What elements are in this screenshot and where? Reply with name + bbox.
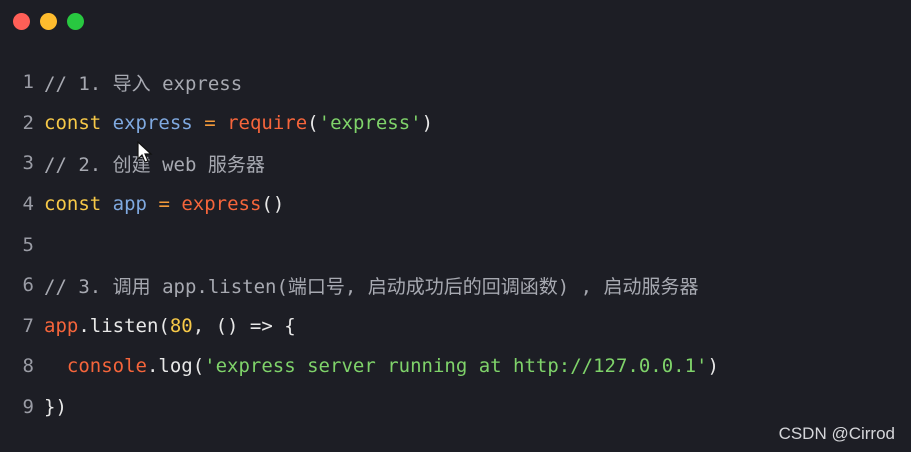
code-token: , () => {	[192, 314, 296, 337]
minimize-window-button[interactable]	[40, 13, 57, 30]
line-number: 1	[22, 71, 34, 94]
watermark-text: CSDN @Cirrod	[778, 424, 895, 443]
code-line[interactable]: 6 // 3. 调用 app.listen(端口号, 启动成功后的回调函数) , …	[0, 265, 911, 306]
line-number: 8	[22, 355, 34, 378]
code-token: .listen(	[78, 314, 170, 337]
code-line[interactable]: 9})	[0, 387, 911, 428]
close-window-button[interactable]	[13, 13, 30, 30]
code-token: const	[44, 193, 102, 216]
line-number: 9	[22, 396, 34, 419]
code-token: express	[181, 193, 262, 216]
code-token: 'express'	[318, 111, 422, 134]
code-token: // 3. 调用 app.listen(端口号, 启动成功后的回调函数) , 启…	[44, 275, 699, 298]
code-token: (	[307, 111, 319, 134]
code-editor-window: 1 // 1. 导入 express 2 const express = requir…	[0, 0, 911, 452]
line-number: 7	[22, 314, 34, 337]
code-line[interactable]: 2 const express = require('express')	[0, 103, 911, 144]
code-token: app	[44, 314, 79, 337]
code-token: require	[227, 111, 308, 134]
code-token: // 1. 导入 express	[44, 72, 243, 95]
code-line[interactable]: 1 // 1. 导入 express	[0, 62, 911, 103]
code-text: app.listen(80, () => {	[44, 315, 296, 337]
code-text: })	[44, 396, 67, 418]
code-token: =	[158, 193, 170, 216]
code-area[interactable]: 1 // 1. 导入 express 2 const express = requir…	[0, 62, 911, 427]
code-token: // 2. 创建 web 服务器	[44, 153, 265, 176]
code-text: // 1. 导入 express	[44, 69, 242, 96]
code-line[interactable]: 8 console.log('express server running at…	[0, 346, 911, 387]
line-number: 2	[22, 111, 34, 134]
mouse-pointer-icon	[137, 141, 153, 163]
code-token: )	[707, 355, 719, 378]
code-text: const app = express()	[44, 193, 284, 215]
code-token: 'express server running at http://127.0.…	[204, 355, 708, 378]
code-token: 80	[169, 314, 193, 337]
maximize-window-button[interactable]	[67, 13, 84, 30]
line-number: 3	[22, 152, 34, 175]
code-line[interactable]: 4 const app = express()	[0, 184, 911, 225]
code-token: console	[66, 355, 147, 378]
code-token: express	[112, 111, 193, 134]
code-token: ()	[261, 193, 285, 216]
code-token: =	[204, 111, 216, 134]
code-text: // 2. 创建 web 服务器	[44, 150, 265, 177]
code-text: // 3. 调用 app.listen(端口号, 启动成功后的回调函数) , 启…	[44, 272, 699, 299]
code-line[interactable]: 7 app.listen(80, () => {	[0, 306, 911, 347]
code-token: .log(	[146, 355, 205, 378]
code-text: const express = require('express')	[44, 112, 433, 134]
code-token: const	[44, 111, 102, 134]
line-number: 5	[22, 233, 34, 256]
code-text: console.log('express server running at h…	[44, 355, 719, 377]
line-number: 6	[22, 274, 34, 297]
code-token: app	[112, 193, 147, 216]
code-line[interactable]: 5	[0, 224, 911, 265]
window-controls	[13, 13, 84, 30]
code-token: )	[421, 111, 434, 134]
code-token: })	[44, 396, 67, 419]
line-number: 4	[22, 193, 34, 216]
